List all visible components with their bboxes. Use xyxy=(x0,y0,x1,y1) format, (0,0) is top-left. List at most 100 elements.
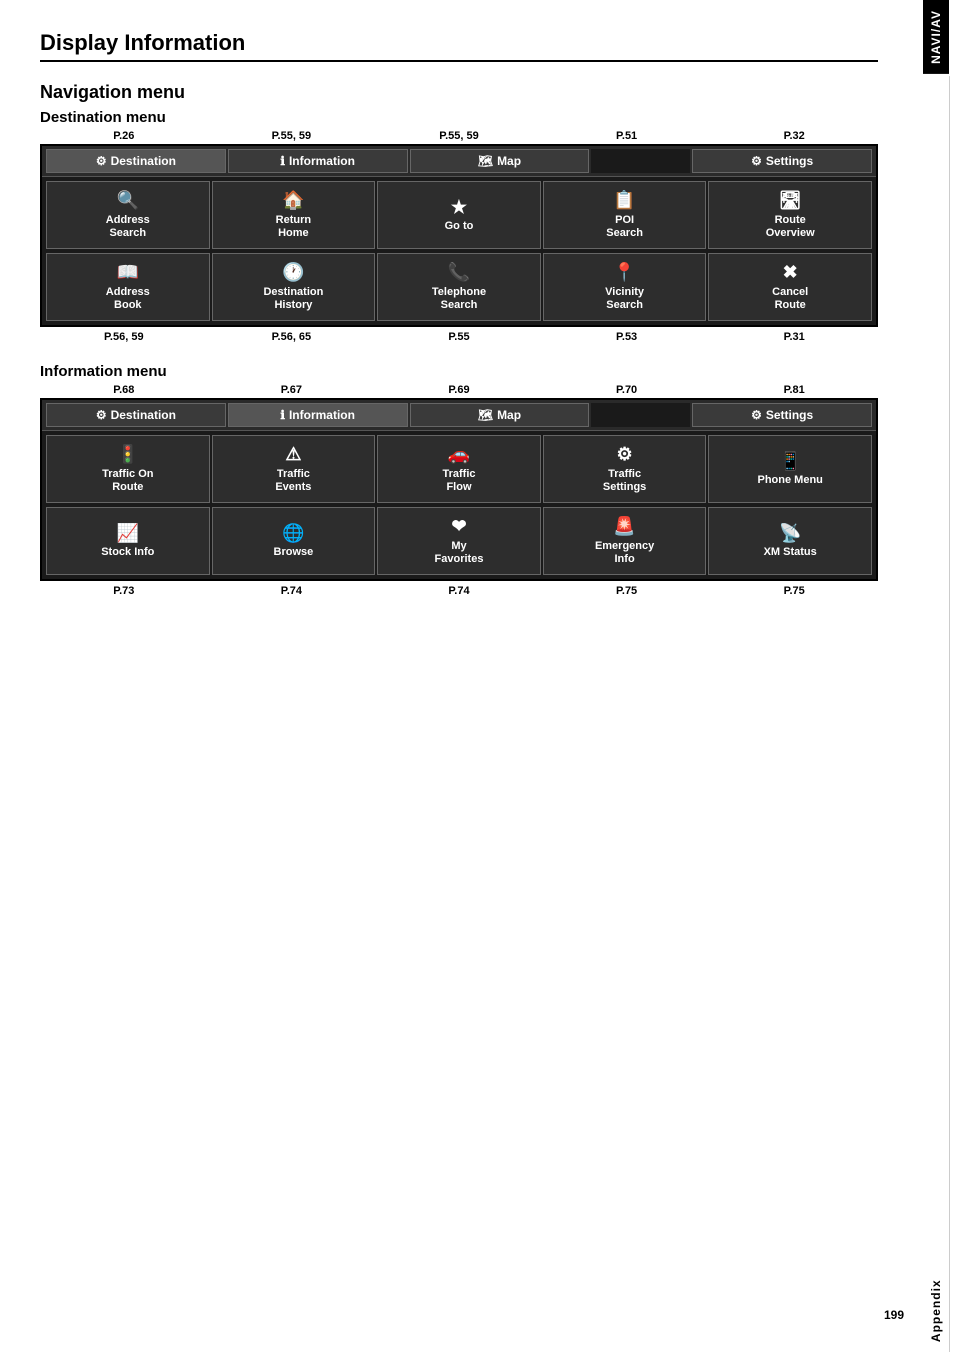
traffic-settings-label: TrafficSettings xyxy=(603,468,646,494)
traffic-flow-label: TrafficFlow xyxy=(442,468,475,494)
info-bot-pnum-3: P.74 xyxy=(375,585,543,597)
dest-menubar-blank xyxy=(591,149,690,173)
dest-grid-row2: 📖 AddressBook 🕐 DestinationHistory 📞 Tel… xyxy=(42,253,876,325)
route-overview-label: RouteOverview xyxy=(766,214,815,240)
info-map-icon: 🗺 xyxy=(478,408,493,422)
address-book-label: AddressBook xyxy=(106,286,150,312)
info-menubar-destination[interactable]: ⚙ Destination xyxy=(46,403,226,427)
browse-label: Browse xyxy=(274,546,314,559)
map-icon: 🗺 xyxy=(478,154,493,168)
cancel-route-btn[interactable]: ✖ CancelRoute xyxy=(708,253,872,321)
dest-menubar-destination[interactable]: ⚙ Destination xyxy=(46,149,226,173)
telephone-search-icon: 📞 xyxy=(448,262,470,284)
destination-menu-section: Destination menu P.26 P.55, 59 P.55, 59 … xyxy=(40,109,878,343)
emergency-info-icon: 🚨 xyxy=(613,516,635,538)
info-grid-row2: 📈 Stock Info 🌐 Browse ❤ MyFavorites 🚨 Em… xyxy=(42,507,876,579)
info-menubar-settings[interactable]: ⚙ Settings xyxy=(692,403,872,427)
my-favorites-btn[interactable]: ❤ MyFavorites xyxy=(377,507,541,575)
address-book-btn[interactable]: 📖 AddressBook xyxy=(46,253,210,321)
destination-history-label: DestinationHistory xyxy=(263,286,323,312)
return-home-btn[interactable]: 🏠 ReturnHome xyxy=(212,181,376,249)
dest-icon: ⚙ xyxy=(96,154,107,168)
dest-top-pnum-3: P.55, 59 xyxy=(375,130,543,142)
info-icon: ℹ xyxy=(280,154,285,168)
vicinity-search-label: VicinitySearch xyxy=(605,286,644,312)
appendix-tab: Appendix xyxy=(923,76,950,1352)
info-top-pnum-5: P.81 xyxy=(710,384,878,396)
traffic-on-route-btn[interactable]: 🚦 Traffic OnRoute xyxy=(46,435,210,503)
dest-menubar-map-label: Map xyxy=(497,154,521,168)
phone-menu-label: Phone Menu xyxy=(758,474,823,487)
info-info-icon: ℹ xyxy=(280,408,285,422)
cancel-route-label: CancelRoute xyxy=(772,286,808,312)
info-grid-row1: 🚦 Traffic OnRoute ⚠ TrafficEvents 🚗 Traf… xyxy=(42,431,876,507)
dest-menubar-map[interactable]: 🗺 Map xyxy=(410,149,590,173)
telephone-search-btn[interactable]: 📞 TelephoneSearch xyxy=(377,253,541,321)
dest-menubar-settings-label: Settings xyxy=(766,154,813,168)
xm-status-btn[interactable]: 📡 XM Status xyxy=(708,507,872,575)
return-home-icon: 🏠 xyxy=(282,190,304,212)
dest-top-pnum-2: P.55, 59 xyxy=(208,130,376,142)
xm-status-label: XM Status xyxy=(764,546,817,559)
destination-diagram: ⚙ Destination ℹ Information 🗺 Map ⚙ Se xyxy=(40,144,878,327)
return-home-label: ReturnHome xyxy=(276,214,311,240)
go-to-btn[interactable]: ★ Go to xyxy=(377,181,541,249)
dest-bot-pnum-1: P.56, 59 xyxy=(40,331,208,343)
navigation-menu-section: Navigation menu Destination menu P.26 P.… xyxy=(40,82,878,597)
info-top-pnum-1: P.68 xyxy=(40,384,208,396)
dest-menubar-information[interactable]: ℹ Information xyxy=(228,149,408,173)
cancel-route-icon: ✖ xyxy=(783,262,798,284)
info-bot-pnum-1: P.73 xyxy=(40,585,208,597)
traffic-on-route-icon: 🚦 xyxy=(117,444,139,466)
info-bot-pnum-4: P.75 xyxy=(543,585,711,597)
info-bot-pnum-2: P.74 xyxy=(208,585,376,597)
address-search-label: AddressSearch xyxy=(106,214,150,240)
dest-top-pnum-5: P.32 xyxy=(710,130,878,142)
stock-info-label: Stock Info xyxy=(101,546,154,559)
info-menubar-blank xyxy=(591,403,690,427)
address-book-icon: 📖 xyxy=(117,262,139,284)
destination-history-btn[interactable]: 🕐 DestinationHistory xyxy=(212,253,376,321)
my-favorites-icon: ❤ xyxy=(451,516,466,538)
my-favorites-label: MyFavorites xyxy=(435,540,484,566)
dest-bot-pnum-2: P.56, 65 xyxy=(208,331,376,343)
main-content: Display Information Navigation menu Dest… xyxy=(0,0,918,647)
phone-menu-icon: 📱 xyxy=(779,451,801,473)
go-to-icon: ★ xyxy=(451,197,467,219)
info-menubar-map-label: Map xyxy=(497,408,521,422)
browse-btn[interactable]: 🌐 Browse xyxy=(212,507,376,575)
traffic-settings-icon: ⚙ xyxy=(617,444,633,466)
page-title: Display Information xyxy=(40,30,878,62)
navigation-menu-title: Navigation menu xyxy=(40,82,878,103)
route-overview-icon: 🛣 xyxy=(779,190,802,212)
dest-bot-pnum-5: P.31 xyxy=(710,331,878,343)
info-bot-pnum-5: P.75 xyxy=(710,585,878,597)
info-menubar-information[interactable]: ℹ Information xyxy=(228,403,408,427)
route-overview-btn[interactable]: 🛣 RouteOverview xyxy=(708,181,872,249)
emergency-info-btn[interactable]: 🚨 EmergencyInfo xyxy=(543,507,707,575)
dest-menu-bar: ⚙ Destination ℹ Information 🗺 Map ⚙ Se xyxy=(42,146,876,177)
traffic-settings-btn[interactable]: ⚙ TrafficSettings xyxy=(543,435,707,503)
dest-menubar-settings[interactable]: ⚙ Settings xyxy=(692,149,872,173)
info-top-pnum-3: P.69 xyxy=(375,384,543,396)
vicinity-search-btn[interactable]: 📍 VicinitySearch xyxy=(543,253,707,321)
address-search-icon: 🔍 xyxy=(117,190,139,212)
stock-info-btn[interactable]: 📈 Stock Info xyxy=(46,507,210,575)
information-menu-section: Information menu P.68 P.67 P.69 P.70 P.8… xyxy=(40,363,878,597)
telephone-search-label: TelephoneSearch xyxy=(432,286,486,312)
info-menubar-settings-label: Settings xyxy=(766,408,813,422)
address-search-btn[interactable]: 🔍 AddressSearch xyxy=(46,181,210,249)
traffic-events-btn[interactable]: ⚠ TrafficEvents xyxy=(212,435,376,503)
navi-av-tab: NAVI/AV xyxy=(923,0,949,74)
phone-menu-btn[interactable]: 📱 Phone Menu xyxy=(708,435,872,503)
poi-search-btn[interactable]: 📋 POISearch xyxy=(543,181,707,249)
traffic-flow-btn[interactable]: 🚗 TrafficFlow xyxy=(377,435,541,503)
poi-search-label: POISearch xyxy=(606,214,643,240)
traffic-flow-icon: 🚗 xyxy=(448,444,470,466)
destination-bottom-page-nums: P.56, 59 P.56, 65 P.55 P.53 P.31 xyxy=(40,331,878,343)
info-top-page-nums: P.68 P.67 P.69 P.70 P.81 xyxy=(40,384,878,396)
info-top-pnum-2: P.67 xyxy=(208,384,376,396)
dest-top-pnum-4: P.51 xyxy=(543,130,711,142)
info-menubar-map[interactable]: 🗺 Map xyxy=(410,403,590,427)
info-menu-bar: ⚙ Destination ℹ Information 🗺 Map ⚙ Se xyxy=(42,400,876,431)
